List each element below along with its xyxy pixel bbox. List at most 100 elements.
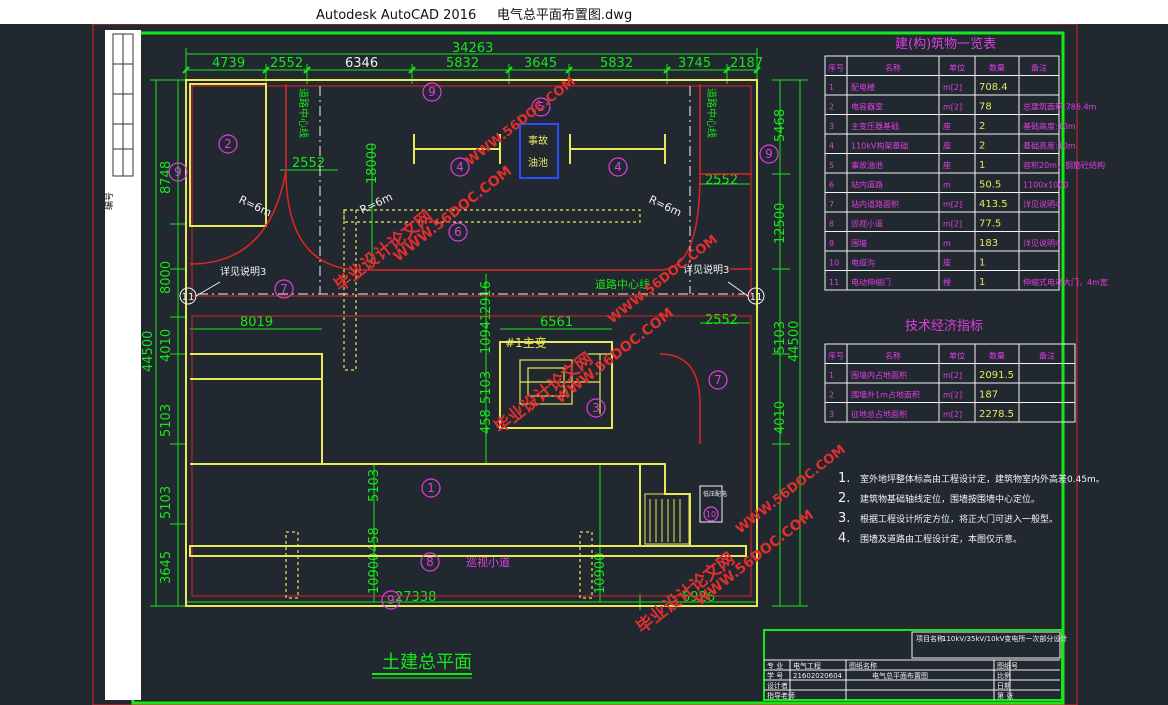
gate-markers bbox=[179, 281, 765, 305]
building_table-cell: 413.5 bbox=[979, 199, 1008, 210]
dim-inner-458b: 458 bbox=[367, 527, 382, 552]
fire-pool-label-2: 油池 bbox=[528, 156, 548, 169]
dim-top-0: 4739 bbox=[212, 56, 245, 71]
building_table-cell: 1 bbox=[979, 277, 985, 288]
distribution-building bbox=[189, 353, 747, 557]
marker-9a: 9 bbox=[428, 85, 436, 99]
econ_table-cell: 2 bbox=[829, 391, 834, 400]
dim-right-top: 5468 bbox=[773, 109, 788, 142]
dim-top-3: 5832 bbox=[446, 56, 479, 71]
building_table-cell: m bbox=[943, 239, 951, 248]
dim-inner-2916: 2916 bbox=[479, 281, 494, 314]
tb-r3c0: 指导老师 bbox=[767, 691, 795, 700]
building_table-cell: 1 bbox=[979, 258, 985, 269]
tb-r0c1: 电气工程 bbox=[793, 661, 821, 670]
dim-top-1: 2552 bbox=[270, 56, 303, 71]
econ_table-cell: 2278.5 bbox=[979, 409, 1014, 420]
tb-rc3: 第 张 bbox=[997, 691, 1013, 700]
building_table-cell: 座 bbox=[943, 258, 951, 268]
building-table-title: 建(构)筑物一览表 bbox=[895, 36, 996, 52]
radius-b: R=6m bbox=[358, 190, 395, 216]
marker-2: 2 bbox=[224, 137, 232, 151]
building_table-cell: 2 bbox=[979, 141, 985, 152]
dim-left-l0: 4010 bbox=[159, 329, 174, 362]
stairs bbox=[644, 493, 690, 545]
marker-8: 8 bbox=[426, 555, 434, 569]
building_table-cell: 容积20m，钢筋砼结构 bbox=[1023, 160, 1105, 170]
building_table-cell: m[2] bbox=[943, 200, 962, 209]
notes: 1. 室外地坪整体标高由工程设计定，建筑物室内外高差0.45m。 2. 建筑物基础轴线… bbox=[838, 471, 1105, 546]
econ_table-header: 单位 bbox=[949, 351, 965, 361]
marker-9b: 9 bbox=[174, 165, 182, 179]
dim-left-l3: 3645 bbox=[159, 551, 174, 584]
building_table-header: 序号 bbox=[828, 63, 844, 73]
econ_table-cell: m[2] bbox=[943, 410, 962, 419]
marker-4a: 4 bbox=[456, 160, 464, 174]
dim-top-5: 5832 bbox=[600, 56, 633, 71]
tb-r0c0: 专 业 bbox=[767, 661, 783, 670]
road-center-v2: 道路中心线 bbox=[705, 88, 718, 138]
building_table-cell: 站内道路面积 bbox=[851, 199, 899, 209]
building_table-cell: 电容器室 bbox=[851, 102, 883, 112]
marker-3: 3 bbox=[592, 401, 600, 415]
tb-rc1: 比例 bbox=[997, 671, 1011, 680]
building-table: 建(构)筑物一览表 序号 名称 单位 数量 备注 1 配电楼 m[2] 708.4 2 电容器室 m[… bbox=[824, 36, 1108, 291]
note-number: 3. bbox=[838, 511, 850, 526]
road-center-v1: 道路中心线 bbox=[297, 88, 310, 138]
building_table-cell: m[2] bbox=[943, 103, 962, 112]
note-text: 建筑物基础轴线定位，围墙按围墙中心定位。 bbox=[860, 493, 1040, 505]
drawing-canvas[interactable]: 编号 34263 4739 2552 6346 5832 3645 5832 3… bbox=[0, 24, 1168, 705]
econ_table-cell: 围墙内占地面积 bbox=[851, 370, 907, 380]
building_table-cell: 708.4 bbox=[979, 82, 1008, 93]
dim-right-total: 44500 bbox=[787, 321, 802, 362]
building_table-cell: 事故油池 bbox=[851, 160, 883, 170]
tb-project-label: 项目名称 bbox=[916, 634, 944, 643]
dim-inner-8019: 8019 bbox=[240, 315, 273, 330]
building_table-cell: 伸缩式电动大门，4m宽 bbox=[1023, 277, 1108, 287]
tb-r0c2: 图纸名称 bbox=[849, 661, 877, 670]
econ-table-title: 技术经济指标 bbox=[905, 319, 983, 334]
dim-top-total: 34263 bbox=[452, 41, 493, 56]
dim-inner-6561: 6561 bbox=[540, 315, 573, 330]
building_table-cell: 9 bbox=[829, 239, 834, 248]
cable-trench bbox=[285, 209, 641, 599]
econ-table: 技术经济指标 序号 名称 单位 数量 备注 1 围墙内占地面积 m[2] 2091.5 2 围墙外1… bbox=[824, 319, 1076, 423]
econ_table-header: 序号 bbox=[828, 351, 844, 361]
building_table-cell: 详见说明4 bbox=[1023, 199, 1060, 209]
building_table-cell: 电缆沟 bbox=[851, 258, 875, 268]
dim-inner-2552b: 2552 bbox=[705, 173, 738, 188]
building_table-cell: 2 bbox=[829, 103, 834, 112]
dim-inner-5103a: 5103 bbox=[479, 371, 494, 404]
dim-inner-18000: 18000 bbox=[365, 143, 380, 184]
building_table-header: 名称 bbox=[885, 63, 901, 73]
dim-left-l1: 5103 bbox=[159, 404, 174, 437]
building_table-cell: 3 bbox=[829, 122, 834, 131]
econ_table-cell: 征地总占地面积 bbox=[851, 409, 907, 419]
radius-a: R=6m bbox=[237, 193, 274, 219]
building_table-cell: 8 bbox=[829, 220, 834, 229]
tb-r1c1: 21602020604 bbox=[793, 672, 843, 680]
building_table-cell: 围墙 bbox=[851, 238, 867, 248]
window-title: Autodesk AutoCAD 2016 电气总平面布置图.dwg bbox=[316, 8, 633, 23]
building_table-cell: 座 bbox=[943, 141, 951, 151]
building_table-cell: 1 bbox=[979, 160, 985, 171]
building_table-header: 单位 bbox=[949, 63, 965, 73]
tb-project: 110kV/35kV/10kV变电所一次部分设计 bbox=[942, 634, 1067, 643]
marker-4b: 4 bbox=[614, 160, 622, 174]
side-label: 编号 bbox=[103, 192, 115, 210]
transformer-label: #1主变 bbox=[505, 335, 547, 350]
dim-left-total: 44500 bbox=[141, 331, 156, 372]
dim-top-4: 3645 bbox=[524, 56, 557, 71]
watermark-text: 毕业设计论文网 bbox=[330, 206, 437, 296]
econ_table-cell: m[2] bbox=[943, 391, 962, 400]
building_table-cell: 1100x1000 bbox=[1023, 181, 1068, 190]
dim-inner-10941: 10941 bbox=[479, 313, 494, 354]
fire-pool-label-1: 事故 bbox=[528, 134, 548, 147]
building_table-cell: 5 bbox=[829, 161, 834, 170]
road-curves bbox=[189, 84, 752, 444]
marker-1: 1 bbox=[427, 481, 435, 495]
radius-c: R=6m bbox=[647, 193, 684, 219]
econ_table-cell: 3 bbox=[829, 410, 834, 419]
marker-10: 10 bbox=[706, 510, 716, 519]
building_table-cell: 总建筑面积:786.4m bbox=[1023, 102, 1097, 112]
